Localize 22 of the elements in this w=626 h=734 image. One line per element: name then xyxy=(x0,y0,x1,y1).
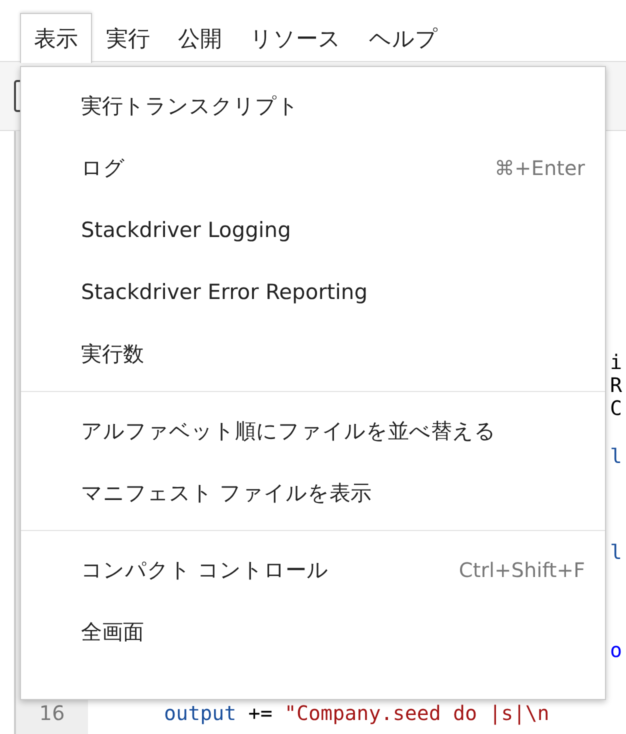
menu-item[interactable]: 実行トランスクリプト xyxy=(21,75,605,137)
menu-tab[interactable]: ヘルプ xyxy=(355,13,452,61)
menu-tab[interactable]: 実行 xyxy=(92,13,164,61)
menu-tab[interactable]: 表示 xyxy=(20,13,92,63)
code-fragment: R xyxy=(610,373,622,397)
code-fragment: l xyxy=(610,540,622,564)
menu-item[interactable]: ログ ⌘+Enter xyxy=(21,137,605,199)
menu-item[interactable]: Stackdriver Error Reporting xyxy=(21,261,605,323)
code-fragment: o xyxy=(610,638,622,662)
menu-tab[interactable]: 公開 xyxy=(164,13,236,61)
code-fragment: C xyxy=(610,396,622,420)
menu-item[interactable]: Stackdriver Logging xyxy=(21,199,605,261)
menu-item[interactable]: 実行数 xyxy=(21,323,605,385)
code-fragment: l xyxy=(610,444,622,468)
menu-item[interactable]: コンパクト コントロール Ctrl+Shift+F xyxy=(21,539,605,601)
menu-tab[interactable]: リソース xyxy=(236,13,355,61)
code-fragment: i xyxy=(610,350,622,374)
line-number: 16 xyxy=(38,701,66,725)
menu-item[interactable]: 全画面 xyxy=(21,601,605,663)
menu-item[interactable]: マニフェスト ファイルを表示 xyxy=(21,462,605,524)
menu-item[interactable]: アルファベット順にファイルを並べ替える xyxy=(21,400,605,462)
code-line: output += "Company.seed do |s|\n xyxy=(164,701,550,725)
